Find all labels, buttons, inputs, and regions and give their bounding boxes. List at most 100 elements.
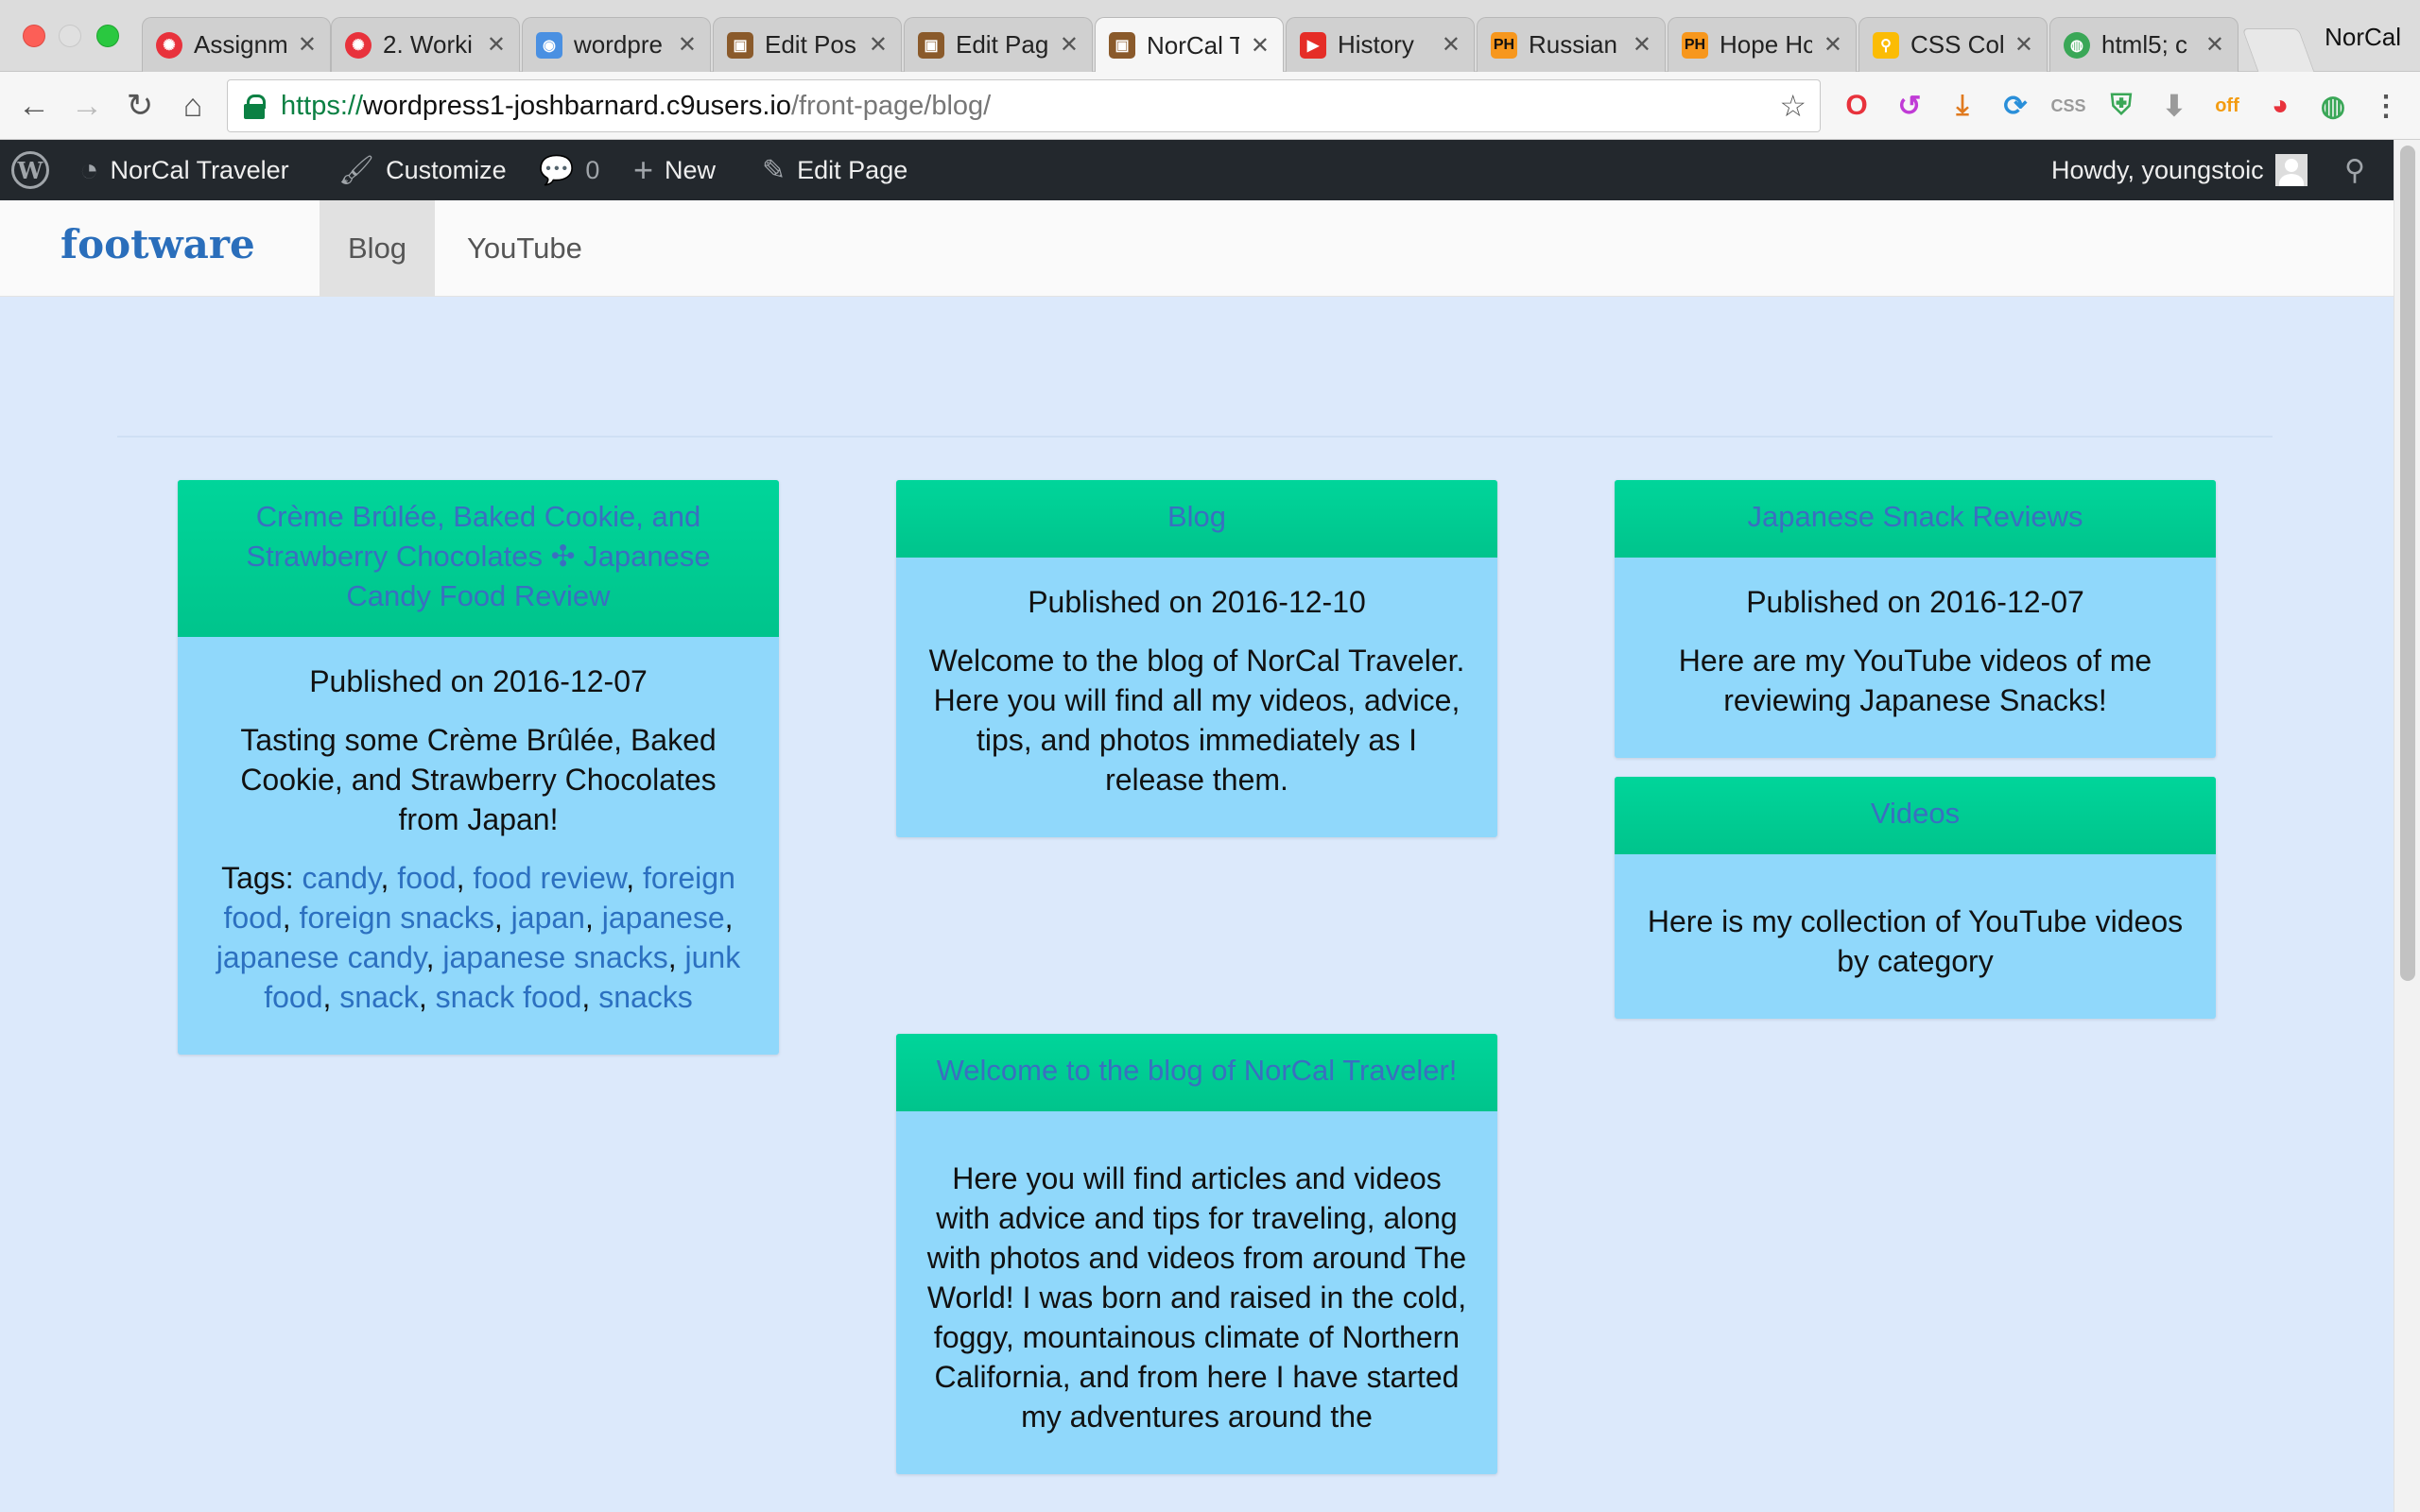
post-excerpt: Here are my YouTube videos of me reviewi… <box>1678 644 2152 717</box>
profile-name[interactable]: NorCal <box>2325 23 2401 52</box>
opera-extension-icon[interactable]: O <box>1838 87 1876 125</box>
post-excerpt: Here is my collection of YouTube videos … <box>1647 904 2184 978</box>
tag-link[interactable]: snack <box>339 980 419 1014</box>
shield-extension-icon[interactable]: ⛨ <box>2102 87 2140 125</box>
earth-extension-icon[interactable]: ◍ <box>2314 87 2352 125</box>
dashboard-gauge-icon: ◔ <box>79 151 99 188</box>
tag-link[interactable]: food review <box>473 861 626 895</box>
post-date: Published on 2016-12-10 <box>1028 585 1366 619</box>
avatar <box>2274 154 2308 186</box>
youtube-icon: ▶ <box>1300 31 1326 59</box>
close-tab-icon[interactable]: ✕ <box>1060 31 1079 59</box>
browser-tab[interactable]: PH Russian ✕ <box>1477 17 1666 72</box>
post-date: Published on 2016-12-07 <box>1746 585 2084 619</box>
post-card: Japanese Snack Reviews Published on 2016… <box>1615 480 2216 758</box>
sync-extension-icon[interactable]: ⟳ <box>1996 87 2034 125</box>
ph-icon: PH <box>1682 31 1708 59</box>
tag-link[interactable]: japanese snacks <box>442 940 667 974</box>
comment-bubble-icon: 💬 <box>539 154 575 186</box>
reload-icon[interactable]: ↻ <box>119 85 161 127</box>
site-brand[interactable]: footware <box>60 221 255 267</box>
site-navbar: footware Blog YouTube <box>0 200 2394 297</box>
tag-link[interactable]: japanese candy <box>216 940 426 974</box>
close-tab-icon[interactable]: ✕ <box>678 31 697 59</box>
ph-icon: PH <box>1491 31 1517 59</box>
post-tags: Tags: candy, food, food review, foreign … <box>216 861 741 1014</box>
close-tab-icon[interactable]: ✕ <box>1251 32 1270 60</box>
browser-tab[interactable]: ◍ html5; c ✕ <box>2049 17 2238 72</box>
tag-link[interactable]: candy <box>302 861 381 895</box>
suitcase-icon: ▣ <box>1109 32 1135 59</box>
tag-link[interactable]: snack food <box>436 980 582 1014</box>
customize-link[interactable]: 🖌 Customize <box>338 140 507 200</box>
post-title[interactable]: Welcome to the blog of NorCal Traveler! <box>896 1034 1497 1111</box>
menu-icon[interactable]: ⋮ <box>2367 87 2405 125</box>
post-title[interactable]: Crème Brûlée, Baked Cookie, and Strawber… <box>178 480 779 637</box>
new-content-menu[interactable]: + New <box>633 140 716 200</box>
close-tab-icon[interactable]: ✕ <box>2205 31 2224 59</box>
search-icon: ⚲ <box>1873 31 1899 59</box>
nav-link-blog[interactable]: Blog <box>320 200 436 297</box>
back-icon[interactable]: ← <box>13 85 55 127</box>
nav-link-youtube[interactable]: YouTube <box>439 200 611 297</box>
address-bar[interactable]: https://wordpress1-joshbarnard.c9users.i… <box>227 79 1821 132</box>
home-icon[interactable]: ⌂ <box>172 85 214 127</box>
post-card: Crème Brûlée, Baked Cookie, and Strawber… <box>178 480 779 1055</box>
browser-tab-bar: ✺ Assignm ✕ ✺ 2. Worki ✕ ◉ wordpre ✕ ▣ E… <box>0 0 2420 73</box>
close-tab-icon[interactable]: ✕ <box>487 31 506 59</box>
suitcase-icon: ▣ <box>727 31 753 59</box>
browser-tab-active[interactable]: ▣ NorCal T ✕ <box>1095 17 1284 73</box>
close-tab-icon[interactable]: ✕ <box>298 31 317 59</box>
browser-tab[interactable]: ✺ 2. Worki ✕ <box>331 17 520 72</box>
close-tab-icon[interactable]: ✕ <box>2014 31 2033 59</box>
tag-link[interactable]: japanese <box>602 901 725 935</box>
close-tab-icon[interactable]: ✕ <box>1442 31 1461 59</box>
tag-link[interactable]: japan <box>511 901 585 935</box>
post-title[interactable]: Blog <box>896 480 1497 558</box>
close-tab-icon[interactable]: ✕ <box>1633 31 1651 59</box>
close-tab-icon[interactable]: ✕ <box>869 31 888 59</box>
globe-icon: ◍ <box>2064 31 2090 59</box>
chrome-extension-icon[interactable]: ◕ <box>2261 87 2299 125</box>
tag-link[interactable]: food <box>397 861 456 895</box>
wp-admin-bar: W ◔ NorCal Traveler 🖌 Customize 💬 0 + Ne… <box>0 140 2394 200</box>
forward-icon[interactable]: → <box>66 85 108 127</box>
browser-tab[interactable]: ▶ History ✕ <box>1286 17 1475 72</box>
coupon-extension-icon[interactable]: off <box>2208 87 2246 125</box>
download-arrow-extension-icon[interactable]: ⬇ <box>2155 87 2193 125</box>
browser-tab[interactable]: ✺ Assignm ✕ <box>142 17 331 72</box>
close-window-button[interactable] <box>23 25 45 47</box>
account-menu[interactable]: Howdy, youngstoic <box>2051 140 2308 200</box>
browser-tab[interactable]: ▣ Edit Pag ✕ <box>904 17 1093 72</box>
close-tab-icon[interactable]: ✕ <box>1824 31 1842 59</box>
post-excerpt: Here you will find articles and videos w… <box>926 1161 1467 1434</box>
edit-page-link[interactable]: ✎ Edit Page <box>762 140 908 200</box>
browser-tab[interactable]: ▣ Edit Pos ✕ <box>713 17 902 72</box>
browser-tab[interactable]: ◉ wordpre ✕ <box>522 17 711 72</box>
maximize-window-button[interactable] <box>96 25 119 47</box>
bookmark-star-icon[interactable]: ☆ <box>1779 88 1806 124</box>
scrollbar-thumb[interactable] <box>2400 146 2415 981</box>
minimize-window-button[interactable] <box>59 25 81 47</box>
lock-icon <box>241 93 268 119</box>
tag-link[interactable]: foreign snacks <box>300 901 494 935</box>
comments-link[interactable]: 💬 0 <box>539 140 599 200</box>
post-card: Blog Published on 2016-12-10 Welcome to … <box>896 480 1497 837</box>
wordpress-logo-icon[interactable]: W <box>11 140 49 200</box>
red-gear-icon: ✺ <box>345 31 372 59</box>
css-extension-icon[interactable]: CSS <box>2049 87 2087 125</box>
browser-tab[interactable]: ⚲ CSS Col ✕ <box>1858 17 2048 72</box>
page-scrollbar[interactable] <box>2394 140 2420 1512</box>
new-tab-button[interactable] <box>2241 28 2315 72</box>
browser-tab[interactable]: PH Hope Hc ✕ <box>1668 17 1857 72</box>
download-extension-icon[interactable]: ⤓ <box>1944 87 1981 125</box>
tag-link[interactable]: snacks <box>598 980 693 1014</box>
post-title[interactable]: Japanese Snack Reviews <box>1615 480 2216 558</box>
site-name-menu[interactable]: ◔ NorCal Traveler <box>79 140 289 200</box>
search-icon[interactable]: ⚲ <box>2344 140 2365 200</box>
pocket-extension-icon[interactable]: ↺ <box>1891 87 1928 125</box>
post-title[interactable]: Videos <box>1615 777 2216 854</box>
post-excerpt: Welcome to the blog of NorCal Traveler. … <box>928 644 1465 797</box>
post-date: Published on 2016-12-07 <box>309 664 648 698</box>
post-card: Videos Here is my collection of YouTube … <box>1615 777 2216 1019</box>
